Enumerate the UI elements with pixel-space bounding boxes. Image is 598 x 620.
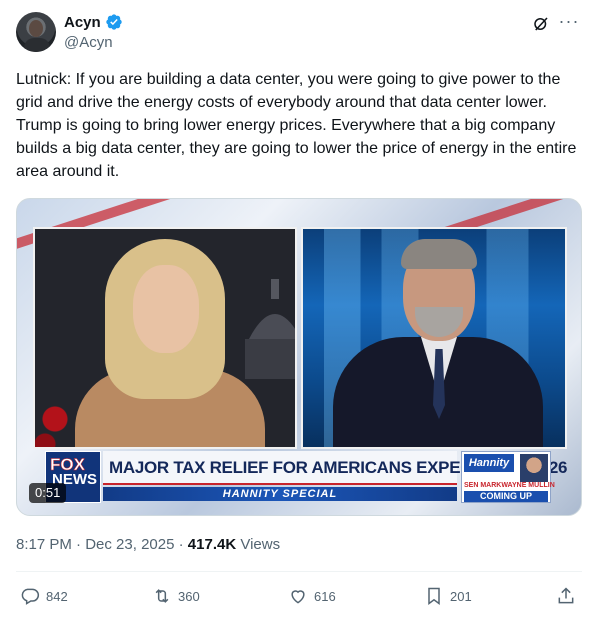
handle[interactable]: @Acyn xyxy=(64,34,113,51)
show-name: HANNITY SPECIAL xyxy=(222,488,338,500)
bookmark-icon xyxy=(428,587,440,605)
bookmark-count: 201 xyxy=(450,588,472,604)
avatar-face xyxy=(29,20,43,37)
reply-button[interactable]: 842 xyxy=(20,584,68,608)
host-face xyxy=(133,265,199,353)
avatar[interactable] xyxy=(16,12,56,52)
promo-brand: Hannity xyxy=(464,454,514,472)
guest-hair xyxy=(401,239,477,269)
poinsettia-decoration xyxy=(35,399,75,447)
repost-count: 360 xyxy=(178,588,200,604)
like-button[interactable]: 616 xyxy=(288,584,336,608)
meta-separator: · xyxy=(178,536,184,553)
reply-icon xyxy=(21,588,40,605)
avatar-shirt xyxy=(24,38,50,52)
bookmark-button[interactable]: 201 xyxy=(424,584,472,608)
tweet-date[interactable]: Dec 23, 2025 xyxy=(85,536,174,553)
name-row: Acyn xyxy=(64,13,123,31)
video-panel-right xyxy=(301,227,567,449)
divider xyxy=(16,571,582,572)
promo-status: COMING UP xyxy=(464,491,548,502)
like-icon xyxy=(291,590,305,604)
video-panel-left xyxy=(33,227,297,449)
video-player[interactable]: FOX NEWS MAJOR TAX RELIEF FOR AMERICANS … xyxy=(16,198,582,516)
capitol-dome-illustration xyxy=(245,279,295,379)
repost-button[interactable]: 360 xyxy=(152,584,200,608)
promo-guest-photo xyxy=(520,454,548,482)
tweet-meta: 8:17 PM · Dec 23, 2025 · 417.4K Views xyxy=(16,536,280,553)
verified-badge-icon[interactable] xyxy=(105,13,123,31)
meta-separator: · xyxy=(76,536,82,553)
action-bar: 842 360 616 201 xyxy=(16,584,582,608)
share-button[interactable] xyxy=(556,584,576,608)
show-bar: HANNITY SPECIAL xyxy=(103,487,457,501)
news-chyron: FOX NEWS MAJOR TAX RELIEF FOR AMERICANS … xyxy=(45,451,568,503)
share-icon xyxy=(558,587,574,604)
views-label: Views xyxy=(240,536,281,553)
like-count: 616 xyxy=(314,588,336,604)
repost-icon xyxy=(155,589,169,603)
coming-up-promo: Hannity SEN MARKWAYNE MULLIN COMING UP xyxy=(461,451,555,503)
tweet-header: Acyn @Acyn ··· xyxy=(16,12,582,54)
video-duration: 0:51 xyxy=(29,483,67,503)
tweet-text: Lutnick: If you are building a data cent… xyxy=(16,71,577,180)
tweet-time[interactable]: 8:17 PM xyxy=(16,536,72,553)
reply-count: 842 xyxy=(46,588,68,604)
promo-guest-name: SEN MARKWAYNE MULLIN xyxy=(464,482,555,489)
display-name[interactable]: Acyn xyxy=(64,14,101,31)
more-icon[interactable]: ··· xyxy=(558,12,580,34)
headline-bar: MAJOR TAX RELIEF FOR AMERICANS EXPECTED … xyxy=(103,451,568,485)
views-count: 417.4K xyxy=(187,536,237,553)
grok-icon[interactable] xyxy=(532,15,550,33)
